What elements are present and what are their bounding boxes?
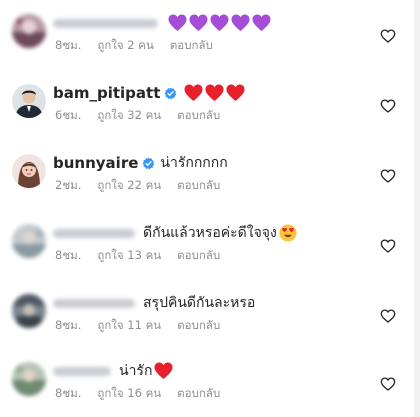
purple-heart-icon [231, 14, 250, 32]
red-heart-icon [205, 84, 224, 102]
like-count[interactable]: ถูกใจ 22 คน [97, 177, 161, 195]
comment-item: ดีกันแล้วหรอค่ะดีใจจุง 8ชม. ถูกใจ 13 คน … [0, 216, 420, 276]
comment-item: bunnyaire น่ารักกกกก 2ชม. ถูกใจ 22 คน ตอ… [0, 146, 420, 206]
reply-button[interactable]: ตอบกลับ [170, 37, 213, 55]
username[interactable]: bam_pitipatt [53, 84, 160, 102]
heart-outline-icon[interactable] [380, 98, 396, 114]
username[interactable]: bunnyaire [53, 154, 138, 172]
comment-line: bunnyaire น่ารักกกกก [53, 152, 228, 174]
comment-meta: 8ชม. ถูกใจ 11 คน ตอบกลับ [55, 318, 220, 334]
reply-button[interactable]: ตอบกลับ [177, 107, 220, 125]
verified-badge-icon [142, 157, 155, 170]
heart-outline-icon[interactable] [380, 376, 396, 392]
purple-heart-icon [189, 14, 208, 32]
scrollbar-track[interactable] [414, 0, 420, 417]
comment-line: ดีกันแล้วหรอค่ะดีใจจุง [53, 222, 297, 244]
like-count[interactable]: ถูกใจ 16 คน [97, 385, 161, 403]
comment-line: bam_pitipatt [53, 82, 247, 104]
comment-item: bam_pitipatt 6ชม. ถูกใจ 32 คน ตอบกลับ [0, 76, 420, 136]
comment-time: 8ชม. [55, 38, 82, 52]
purple-heart-icon [210, 14, 229, 32]
purple-heart-icon [252, 14, 271, 32]
comment-text: น่ารักกกกก [160, 155, 228, 171]
red-heart-icon [226, 84, 245, 102]
avatar[interactable] [12, 294, 46, 328]
emoji-group [168, 14, 273, 32]
avatar[interactable] [12, 154, 46, 188]
heart-outline-icon[interactable] [380, 238, 396, 254]
comment-text: ดีกันแล้วหรอค่ะดีใจจุง [143, 225, 277, 241]
comment-line: น่ารัก [53, 360, 175, 382]
comment-meta: 8ชม. ถูกใจ 2 คน ตอบกลับ [55, 38, 213, 54]
reply-button[interactable]: ตอบกลับ [177, 247, 220, 265]
comment-time: 8ชม. [55, 318, 82, 332]
avatar[interactable] [12, 14, 46, 48]
reply-button[interactable]: ตอบกลับ [177, 385, 220, 403]
heart-outline-icon[interactable] [380, 168, 396, 184]
like-count[interactable]: ถูกใจ 2 คน [97, 37, 153, 55]
like-count[interactable]: ถูกใจ 32 คน [97, 107, 161, 125]
comment-meta: 8ชม. ถูกใจ 16 คน ตอบกลับ [55, 386, 220, 402]
username-blurred[interactable] [53, 18, 158, 28]
heart-eyes-face-icon [279, 224, 297, 242]
comment-line: สรุปคินดีกันละหรอ [53, 292, 255, 314]
avatar[interactable] [12, 224, 46, 258]
comment-item: น่ารัก 8ชม. ถูกใจ 16 คน ตอบกลับ [0, 354, 420, 414]
red-heart-icon [184, 84, 203, 102]
comment-time: 8ชม. [55, 386, 82, 400]
comment-meta: 2ชม. ถูกใจ 22 คน ตอบกลับ [55, 178, 220, 194]
comment-item: สรุปคินดีกันละหรอ 8ชม. ถูกใจ 11 คน ตอบกล… [0, 286, 420, 346]
emoji-group [154, 362, 175, 380]
comment-line [53, 12, 273, 34]
like-count[interactable]: ถูกใจ 13 คน [97, 247, 161, 265]
heart-outline-icon[interactable] [380, 308, 396, 324]
comment-time: 2ชม. [55, 178, 82, 192]
username-blurred[interactable] [53, 298, 135, 308]
red-heart-icon [154, 362, 173, 380]
username-blurred[interactable] [53, 366, 111, 376]
comment-time: 6ชม. [55, 108, 82, 122]
username-blurred[interactable] [53, 228, 135, 238]
avatar[interactable] [12, 362, 46, 396]
heart-outline-icon[interactable] [380, 28, 396, 44]
purple-heart-icon [168, 14, 187, 32]
comment-item: 8ชม. ถูกใจ 2 คน ตอบกลับ [0, 6, 420, 66]
emoji-group [184, 84, 247, 102]
verified-badge-icon [164, 87, 177, 100]
comment-time: 8ชม. [55, 248, 82, 262]
like-count[interactable]: ถูกใจ 11 คน [97, 317, 161, 335]
reply-button[interactable]: ตอบกลับ [177, 317, 220, 335]
comment-text: น่ารัก [119, 363, 153, 379]
comment-meta: 8ชม. ถูกใจ 13 คน ตอบกลับ [55, 248, 220, 264]
comment-text: สรุปคินดีกันละหรอ [143, 295, 256, 311]
reply-button[interactable]: ตอบกลับ [177, 177, 220, 195]
avatar[interactable] [12, 84, 46, 118]
comment-meta: 6ชม. ถูกใจ 32 คน ตอบกลับ [55, 108, 220, 124]
